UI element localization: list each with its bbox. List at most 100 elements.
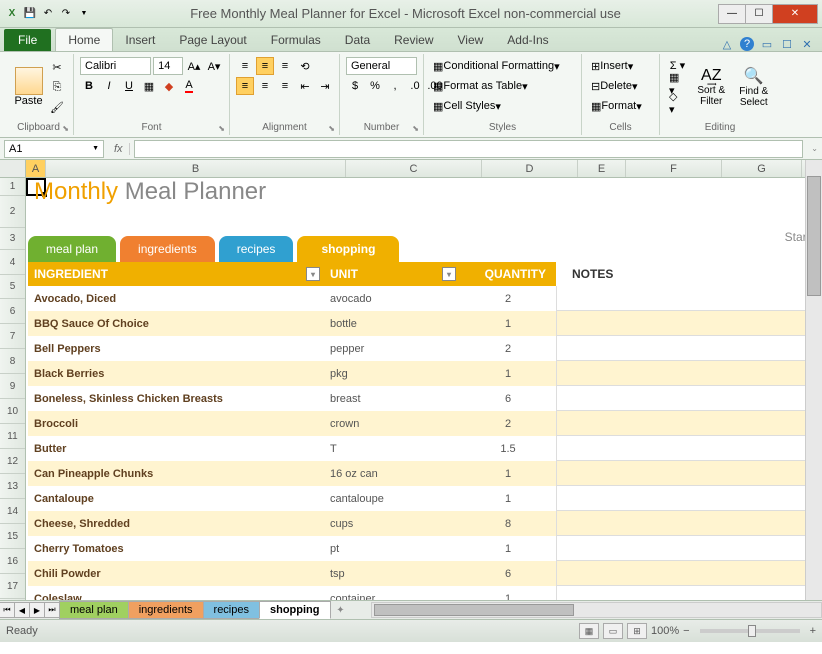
page-break-view-icon[interactable]: ⊞: [627, 623, 647, 639]
cell-notes[interactable]: [556, 311, 822, 336]
cell-ingredient[interactable]: Cantaloupe: [28, 493, 324, 505]
cell-ingredient[interactable]: BBQ Sauce Of Choice: [28, 318, 324, 330]
cell-notes[interactable]: [556, 411, 822, 436]
column-header[interactable]: B: [46, 160, 346, 177]
column-header[interactable]: C: [346, 160, 482, 177]
sheet-nav-last-icon[interactable]: ⏭: [44, 602, 60, 618]
conditional-formatting-button[interactable]: ▦ Conditional Formatting ▾: [430, 57, 563, 75]
row-header[interactable]: 17: [0, 574, 25, 599]
cell-unit[interactable]: cups: [324, 518, 460, 530]
dialog-launcher-icon[interactable]: ⬊: [412, 124, 419, 133]
table-row[interactable]: Can Pineapple Chunks16 oz can1: [28, 461, 822, 486]
cell-qty[interactable]: 1: [460, 468, 556, 480]
tab-home[interactable]: Home: [55, 28, 113, 51]
cell-unit[interactable]: tsp: [324, 568, 460, 580]
tab-review[interactable]: Review: [382, 29, 445, 51]
planner-tab-meal-plan[interactable]: meal plan: [28, 236, 116, 262]
bold-button[interactable]: B: [80, 77, 98, 95]
name-box[interactable]: A1▼: [4, 140, 104, 158]
column-header[interactable]: F: [626, 160, 722, 177]
qat-dropdown-icon[interactable]: ▼: [76, 6, 92, 22]
cell-notes[interactable]: [556, 486, 822, 511]
cell-notes[interactable]: [556, 336, 822, 361]
decrease-font-icon[interactable]: A▾: [205, 57, 223, 75]
undo-icon[interactable]: ↶: [40, 6, 56, 22]
tab-view[interactable]: View: [446, 29, 496, 51]
table-row[interactable]: Broccolicrown2: [28, 411, 822, 436]
row-header[interactable]: 1: [0, 178, 25, 196]
tab-page-layout[interactable]: Page Layout: [167, 29, 258, 51]
zoom-in-icon[interactable]: +: [810, 625, 816, 637]
tab-data[interactable]: Data: [333, 29, 382, 51]
table-row[interactable]: Cantaloupecantaloupe1: [28, 486, 822, 511]
sheet-tab-meal-plan[interactable]: meal plan: [59, 601, 129, 619]
cell-qty[interactable]: 6: [460, 568, 556, 580]
format-cells-button[interactable]: ▦ Format ▾: [588, 97, 645, 115]
increase-decimal-icon[interactable]: .0: [406, 77, 424, 95]
increase-font-icon[interactable]: A▴: [185, 57, 203, 75]
horizontal-scrollbar[interactable]: [371, 602, 822, 618]
scrollbar-thumb[interactable]: [807, 176, 821, 296]
cell-unit[interactable]: pepper: [324, 343, 460, 355]
row-header[interactable]: 7: [0, 324, 25, 349]
align-right-icon[interactable]: ≡: [276, 77, 294, 95]
cell-qty[interactable]: 2: [460, 418, 556, 430]
cell-unit[interactable]: pt: [324, 543, 460, 555]
table-row[interactable]: Cherry Tomatoespt1: [28, 536, 822, 561]
fill-color-icon[interactable]: ◆: [160, 77, 178, 95]
row-header[interactable]: 12: [0, 449, 25, 474]
row-header[interactable]: 9: [0, 374, 25, 399]
cell-ingredient[interactable]: Can Pineapple Chunks: [28, 468, 324, 480]
cell-ingredient[interactable]: Black Berries: [28, 368, 324, 380]
expand-formula-icon[interactable]: ⌄: [807, 144, 822, 153]
row-header[interactable]: 14: [0, 499, 25, 524]
sort-filter-button[interactable]: A͢ZSort & Filter: [691, 56, 732, 118]
cell-unit[interactable]: T: [324, 443, 460, 455]
cell-unit[interactable]: 16 oz can: [324, 468, 460, 480]
row-header[interactable]: 6: [0, 299, 25, 324]
file-tab[interactable]: File: [4, 29, 51, 51]
row-header[interactable]: 13: [0, 474, 25, 499]
tab-insert[interactable]: Insert: [113, 29, 167, 51]
align-center-icon[interactable]: ≡: [256, 77, 274, 95]
cell-qty[interactable]: 8: [460, 518, 556, 530]
close-button[interactable]: ✕: [772, 4, 818, 24]
column-header[interactable]: D: [482, 160, 578, 177]
cell-notes[interactable]: [556, 361, 822, 386]
cell-qty[interactable]: 1: [460, 493, 556, 505]
normal-view-icon[interactable]: ▦: [579, 623, 599, 639]
page-layout-view-icon[interactable]: ▭: [603, 623, 623, 639]
cell-qty[interactable]: 1.5: [460, 443, 556, 455]
maximize-button[interactable]: ☐: [745, 4, 773, 24]
sheet-tab-ingredients[interactable]: ingredients: [128, 601, 204, 619]
sheet-tab-shopping[interactable]: shopping: [259, 601, 331, 619]
save-icon[interactable]: 💾: [22, 6, 38, 22]
cell-unit[interactable]: container: [324, 593, 460, 601]
table-row[interactable]: Coleslawcontainer1: [28, 586, 822, 600]
excel-icon[interactable]: X: [4, 6, 20, 22]
font-name-combo[interactable]: Calibri: [80, 57, 151, 75]
cell-ingredient[interactable]: Avocado, Diced: [28, 293, 324, 305]
table-row[interactable]: Avocado, Dicedavocado2: [28, 286, 822, 311]
row-header[interactable]: 3: [0, 228, 25, 250]
find-select-button[interactable]: 🔍Find & Select: [734, 56, 775, 118]
window-maximize-icon[interactable]: ☐: [780, 37, 794, 51]
fx-icon[interactable]: fx: [108, 143, 130, 155]
minimize-ribbon-icon[interactable]: △: [720, 37, 734, 51]
cell-unit[interactable]: bottle: [324, 318, 460, 330]
zoom-slider[interactable]: [700, 629, 800, 633]
row-header[interactable]: 11: [0, 424, 25, 449]
insert-cells-button[interactable]: ⊞ Insert ▾: [588, 57, 636, 75]
cell-qty[interactable]: 6: [460, 393, 556, 405]
row-header[interactable]: 18: [0, 599, 25, 600]
font-size-combo[interactable]: 14: [153, 57, 183, 75]
table-row[interactable]: Bell Pepperspepper2: [28, 336, 822, 361]
cell-notes[interactable]: [556, 286, 822, 311]
planner-tab-recipes[interactable]: recipes: [219, 236, 294, 262]
minimize-button[interactable]: —: [718, 4, 746, 24]
font-color-icon[interactable]: A: [180, 77, 198, 95]
cell-ingredient[interactable]: Cheese, Shredded: [28, 518, 324, 530]
sheet-nav-first-icon[interactable]: ⏮: [0, 602, 15, 618]
border-icon[interactable]: ▦: [140, 77, 158, 95]
comma-icon[interactable]: ,: [386, 77, 404, 95]
